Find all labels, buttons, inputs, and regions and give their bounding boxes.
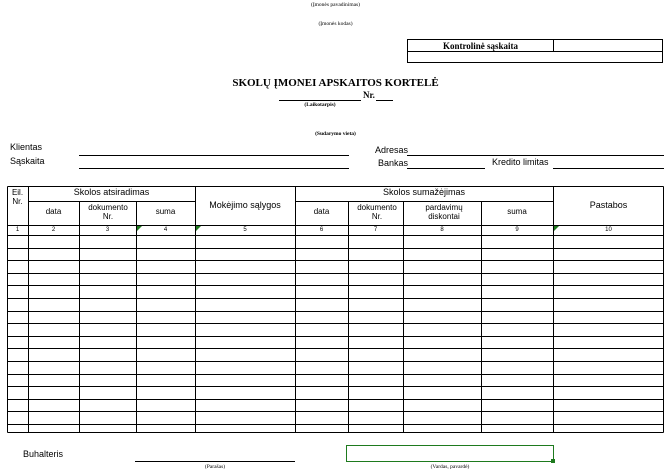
col-header-notes: Pastabos bbox=[589, 200, 628, 210]
number-label: Nr. bbox=[363, 90, 375, 100]
col-header-doc-no: dokumento Nr. bbox=[88, 203, 128, 221]
column-number: 4 bbox=[163, 227, 168, 233]
column-number: 3 bbox=[105, 227, 110, 233]
signature-caption: (Parašas) bbox=[204, 464, 226, 470]
company-code-caption: (Įmonės kodas) bbox=[318, 21, 353, 27]
column-number: 6 bbox=[319, 227, 324, 233]
place-caption: (Sudarymo vieta) bbox=[315, 131, 356, 137]
column-number: 10 bbox=[605, 227, 612, 233]
col-header-date2: data bbox=[313, 207, 330, 216]
account-field[interactable] bbox=[79, 168, 349, 169]
cell-marker-icon bbox=[554, 226, 559, 231]
signature-line[interactable] bbox=[135, 461, 295, 462]
credit-limit-label: Kredito limitas bbox=[492, 157, 549, 167]
bank-field[interactable] bbox=[407, 168, 485, 169]
column-number: 1 bbox=[15, 227, 20, 233]
bank-label: Bankas bbox=[378, 158, 409, 168]
table-grid-lines bbox=[7, 186, 664, 433]
cell-marker-icon bbox=[196, 226, 201, 231]
client-label: Klientas bbox=[10, 142, 43, 152]
col-header-sales-discounts: pardavimų diskontai bbox=[425, 203, 463, 221]
client-field[interactable] bbox=[79, 155, 349, 156]
credit-limit-field[interactable] bbox=[553, 168, 664, 169]
accountant-label: Buhalteris bbox=[23, 449, 64, 459]
col-header-payment-terms: Mokėjimo sąlygos bbox=[209, 200, 281, 210]
group-header-debt-reduce: Skolos sumažėjimas bbox=[382, 187, 466, 197]
control-account-box: Kontrolinė sąskaita bbox=[407, 39, 663, 63]
account-label: Sąskaita bbox=[10, 156, 45, 166]
column-number: 9 bbox=[515, 227, 519, 233]
page-title: SKOLŲ ĮMONEI APSKAITOS KORTELĖ bbox=[232, 77, 439, 89]
col-header-no: Eil. Nr. bbox=[11, 188, 24, 206]
cell-fill-handle[interactable] bbox=[551, 459, 555, 463]
period-line[interactable] bbox=[279, 100, 361, 101]
col-header-sum2: suma bbox=[507, 207, 527, 216]
name-caption: (Vardas, pavardė) bbox=[430, 464, 470, 470]
column-number: 8 bbox=[440, 227, 444, 233]
control-account-value[interactable] bbox=[554, 40, 662, 52]
company-name-caption: (Įmonės pavadinimas) bbox=[310, 2, 361, 8]
column-number: 2 bbox=[51, 227, 56, 233]
column-number: 7 bbox=[373, 227, 378, 233]
address-field[interactable] bbox=[407, 155, 664, 156]
col-header-doc-no2: dokumento Nr. bbox=[357, 203, 397, 221]
col-header-date: data bbox=[45, 207, 62, 216]
cell-marker-icon bbox=[137, 226, 142, 231]
control-account-label: Kontrolinė sąskaita bbox=[408, 40, 554, 52]
debt-table: Eil. Nr. Skolos atsiradimas data dokumen… bbox=[7, 186, 664, 433]
name-input-cell[interactable] bbox=[346, 445, 554, 462]
number-line[interactable] bbox=[376, 100, 393, 101]
column-number: 5 bbox=[243, 227, 247, 233]
col-header-sum: suma bbox=[155, 207, 176, 216]
group-header-debt-arise: Skolos atsiradimas bbox=[73, 187, 150, 197]
period-caption: (Laikotarpis) bbox=[304, 102, 336, 108]
address-label: Adresas bbox=[375, 145, 409, 155]
